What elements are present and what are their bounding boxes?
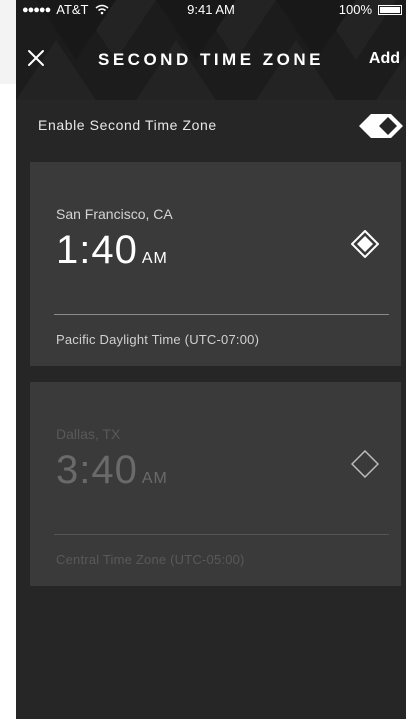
enable-second-zone-row: Enable Second Time Zone — [16, 108, 406, 144]
left-margin-shade — [0, 0, 16, 84]
header: ●●●●● AT&T 9:41 AM 100% SECOND TIME ZONE… — [16, 0, 406, 100]
time-zone-card-san-francisco[interactable]: San Francisco, CA 1:40 AM Pacific Dayligh… — [30, 162, 401, 366]
time-display: 1:40 AM — [56, 228, 168, 273]
status-bar: ●●●●● AT&T 9:41 AM 100% — [16, 0, 406, 20]
nav-bar: SECOND TIME ZONE Add — [16, 40, 406, 80]
add-button[interactable]: Add — [369, 50, 400, 68]
zone-name: Central Time Zone (UTC-05:00) — [56, 552, 245, 567]
phone-screen: ●●●●● AT&T 9:41 AM 100% SECOND TIME ZONE… — [16, 0, 406, 719]
selected-diamond-icon[interactable] — [351, 230, 379, 258]
left-margin — [0, 0, 16, 719]
toggle-label: Enable Second Time Zone — [38, 117, 217, 133]
page-title: SECOND TIME ZONE — [97, 50, 324, 69]
time-value: 3:40 — [56, 448, 138, 492]
divider — [54, 534, 389, 535]
enable-second-zone-toggle[interactable] — [358, 113, 404, 139]
city-name: Dallas, TX — [56, 426, 121, 442]
battery-percent: 100% — [338, 2, 372, 17]
time-value: 1:40 — [56, 228, 138, 272]
status-right: 100% — [339, 2, 402, 17]
zone-name: Pacific Daylight Time (UTC-07:00) — [56, 332, 260, 347]
divider — [54, 314, 389, 315]
unselected-diamond-icon[interactable] — [351, 450, 379, 478]
city-name: San Francisco, CA — [56, 206, 173, 222]
time-display: 3:40 AM — [56, 448, 168, 493]
ampm-label: AM — [141, 250, 168, 267]
battery-icon — [378, 4, 402, 15]
time-zone-card-dallas[interactable]: Dallas, TX 3:40 AM Central Time Zone (UTC… — [30, 382, 401, 586]
toggle-icon — [359, 114, 403, 138]
ampm-label: AM — [141, 470, 168, 487]
